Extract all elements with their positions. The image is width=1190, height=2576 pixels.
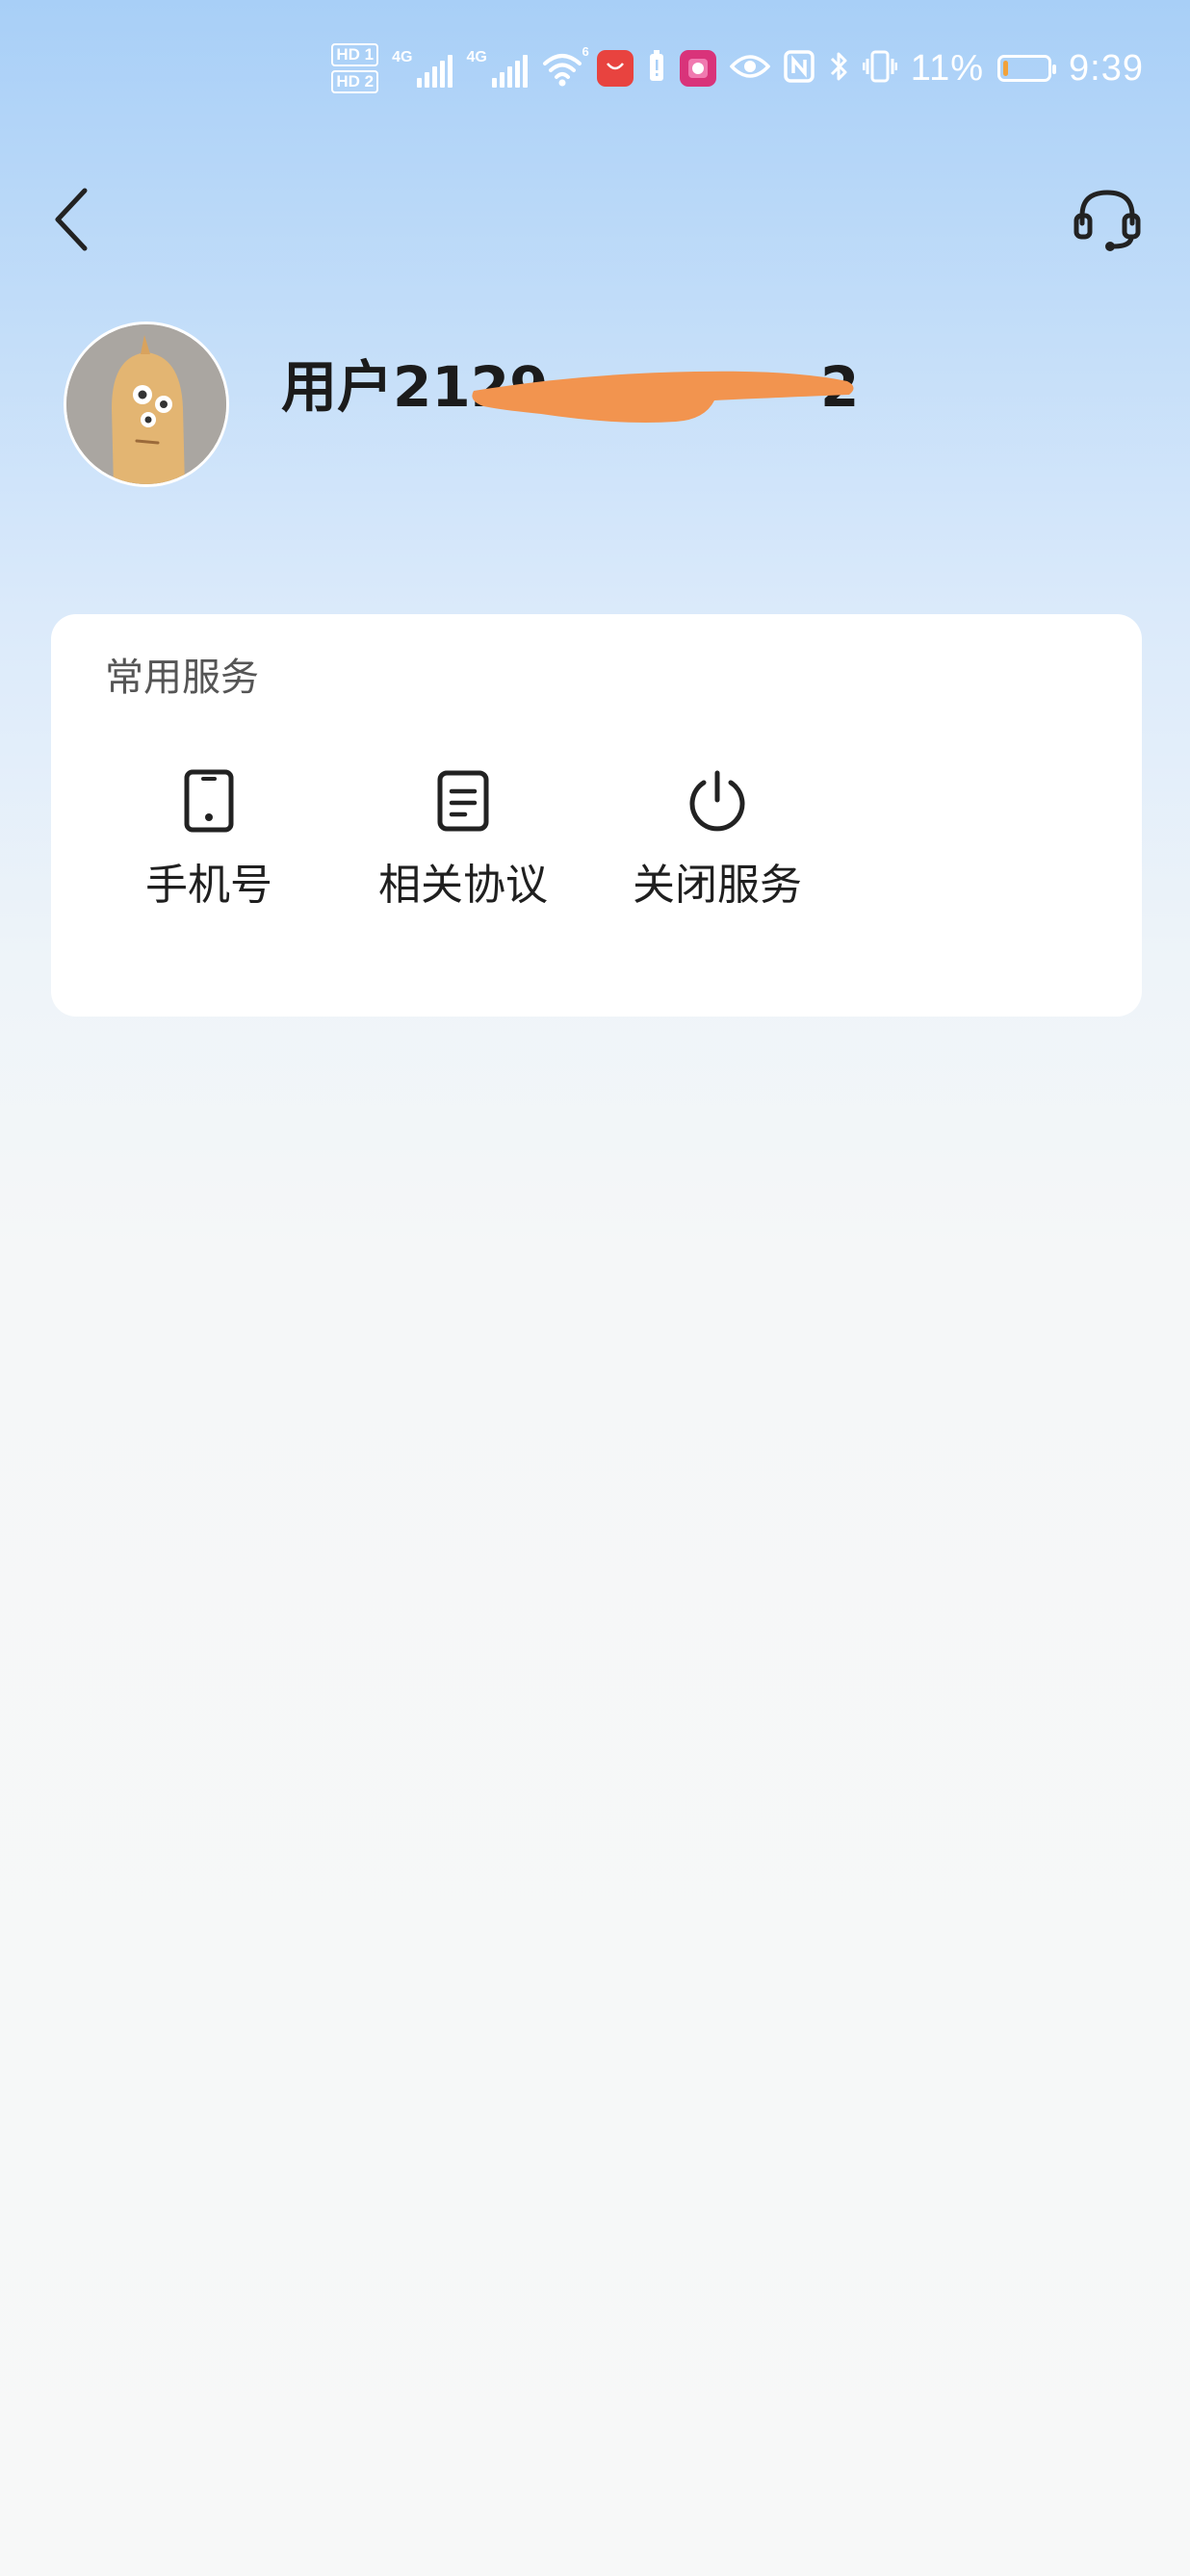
battery-saver-icon bbox=[647, 50, 666, 87]
signal-sim2-icon: 4G bbox=[466, 49, 528, 88]
hd-indicator-sim2: HD 2 bbox=[331, 70, 379, 93]
eye-comfort-icon bbox=[729, 52, 771, 85]
power-icon bbox=[683, 766, 752, 836]
avatar[interactable] bbox=[64, 322, 229, 487]
services-list: 手机号 相关协议 关闭服务 bbox=[130, 766, 844, 913]
redaction-scribble bbox=[472, 371, 854, 423]
status-icons: HD 1 HD 2 4G 4G 6 11% 9:39 bbox=[331, 35, 1144, 102]
app-store-icon bbox=[596, 50, 634, 87]
wifi-version-label: 6 bbox=[582, 44, 589, 59]
avatar-image bbox=[66, 324, 226, 484]
document-icon bbox=[428, 766, 498, 836]
chevron-left-icon bbox=[55, 188, 88, 251]
status-bar: HD 1 HD 2 4G 4G 6 11% 9:39 bbox=[0, 0, 1190, 135]
nfc-icon bbox=[784, 50, 815, 87]
mobile-phone-icon bbox=[174, 766, 244, 836]
battery-percent: 11% bbox=[910, 47, 985, 89]
services-card-title: 常用服务 bbox=[105, 656, 259, 700]
hd-indicator-sim1: HD 1 bbox=[331, 43, 379, 66]
service-phone-number-label: 手机号 bbox=[145, 861, 272, 910]
back-button[interactable] bbox=[42, 179, 100, 260]
clock: 9:39 bbox=[1069, 47, 1144, 89]
vibrate-icon bbox=[862, 49, 898, 88]
service-agreements[interactable]: 相关协议 bbox=[336, 766, 590, 913]
service-agreements-label: 相关协议 bbox=[378, 861, 548, 910]
service-close-service-label: 关闭服务 bbox=[633, 861, 802, 910]
mall-app-icon bbox=[679, 50, 716, 87]
headset-icon bbox=[1074, 190, 1141, 251]
services-card: 常用服务 手机号 相关协议 关闭服务 bbox=[51, 614, 1142, 1017]
hd-call-indicators: HD 1 HD 2 bbox=[331, 43, 379, 93]
battery-level-fill bbox=[1003, 61, 1009, 76]
service-phone-number[interactable]: 手机号 bbox=[82, 766, 336, 913]
service-close-service[interactable]: 关闭服务 bbox=[590, 766, 844, 913]
bluetooth-icon bbox=[828, 49, 849, 88]
signal-sim1-icon: 4G bbox=[392, 49, 453, 88]
wifi-icon: 6 bbox=[541, 44, 589, 87]
customer-service-button[interactable] bbox=[1067, 179, 1148, 260]
battery-icon bbox=[997, 55, 1057, 82]
